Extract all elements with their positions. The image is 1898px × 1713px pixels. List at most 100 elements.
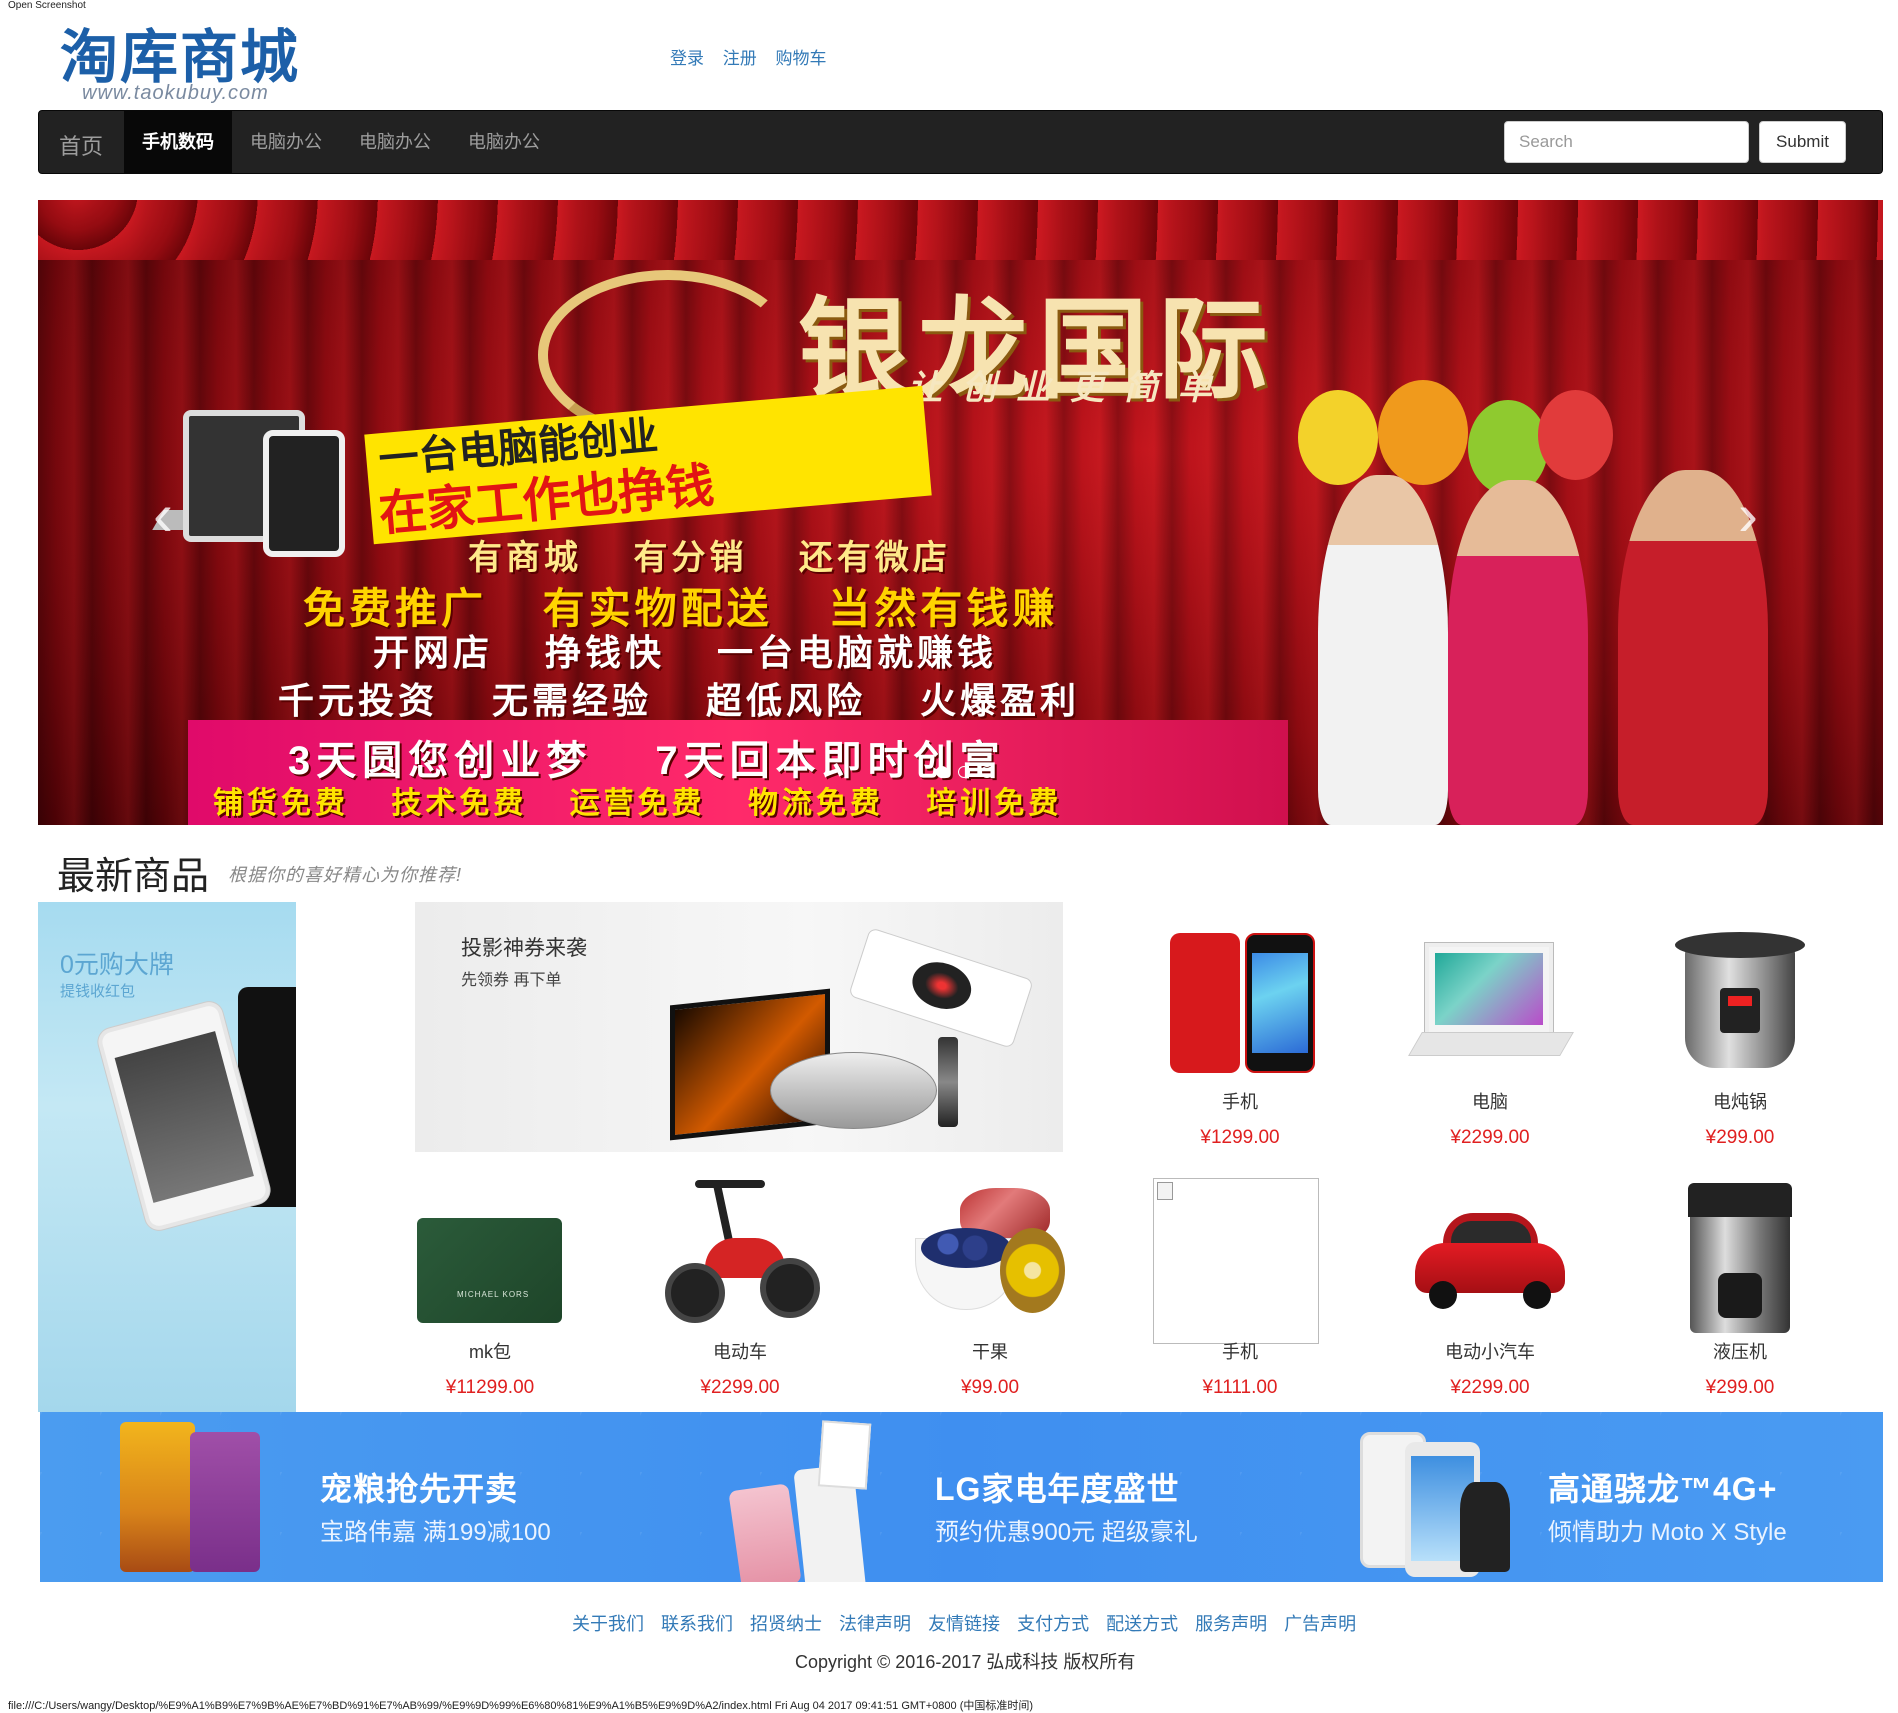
carousel-dot-1[interactable] [936,766,948,778]
left-ad-subtitle: 提钱收红包 [60,983,136,1000]
footer-link-legal[interactable]: 法律声明 [839,1614,911,1634]
print-header: Open Screenshot [8,0,86,11]
bottom-promo-banner[interactable]: 宠粮抢先开卖 宝路伟嘉 满199减100 LG家电年度盛世 预约优惠900元 超… [40,1412,1883,1582]
projector-disk-image [770,1052,937,1129]
banner-row-8: 铺货免费 技术免费 运营免费 物流免费 培训免费 [213,787,1063,820]
projector-image [848,927,1034,1049]
product-name: 电动车 [713,1342,767,1362]
projector-promo-ad[interactable]: 投影神券来袭 先领券 再下单 [415,902,1063,1152]
product-name: 电炖锅 [1713,1092,1767,1112]
copyright: Copyright © 2016-2017 弘成科技 版权所有 [795,1652,1136,1672]
carousel-indicators [936,765,999,779]
print-footer: file:///C:/Users/wangy/Desktop/%E9%A1%B9… [8,1700,1034,1712]
photo-print-icon [817,1420,872,1490]
main-navbar: 首页 手机数码 电脑办公 电脑办公 电脑办公 Search Submit [38,110,1883,174]
left-ad-title: 0元购大牌 [60,951,174,979]
section-title: 最新商品 [57,856,210,898]
product-name: 电脑 [1472,1092,1508,1112]
product-name: 电动小汽车 [1445,1342,1535,1362]
product-name: 手机 [1222,1342,1258,1362]
product-card[interactable]: 电脑 ¥2299.00 [1365,912,1615,1157]
devices-image [152,410,388,557]
product-price: ¥1299.00 [1200,1127,1280,1148]
product-price: ¥2299.00 [1450,1127,1530,1148]
carousel-next-icon[interactable]: › [1738,480,1758,549]
product-card[interactable]: 电动车 ¥2299.00 [615,1162,865,1407]
product-price: ¥1111.00 [1202,1377,1278,1398]
product-name: 干果 [972,1342,1008,1362]
banner-row-3: 有商城 有分销 还有微店 [468,539,951,577]
cart-link[interactable]: 购物车 [775,49,826,68]
product-name: 液压机 [1713,1342,1767,1362]
people-image [1238,380,1878,825]
nav-item-computers-2[interactable]: 电脑办公 [341,111,449,173]
bottom-banner-title-2: LG家电年度盛世 [935,1471,1180,1507]
cat-food-bag-icon [190,1432,260,1572]
pet-food-bag-icon [120,1422,195,1572]
wallet-brand: MICHAEL KORS [457,1290,530,1299]
product-price: ¥299.00 [1705,1377,1775,1398]
top-links: 登录 注册 购物车 [670,44,840,69]
footer-link-payment[interactable]: 支付方式 [1017,1614,1089,1634]
dragon-statue-icon [1460,1482,1510,1572]
login-link[interactable]: 登录 [670,49,704,68]
fruit-icon [915,1178,1065,1328]
coffee-machine-icon [1665,1178,1815,1333]
wallet-icon: MICHAEL KORS [415,1178,565,1328]
bottom-banner-sub-3: 倾情助力 Moto X Style [1548,1519,1787,1546]
carousel-dot-3[interactable] [980,766,993,778]
nav-home[interactable]: 首页 [59,129,103,161]
banner-carousel[interactable]: 银龙国际 让创业更简单 一台电脑能创业 在家工作也挣钱 有商城 有分销 还有微店… [38,200,1883,825]
product-price: ¥2299.00 [700,1377,780,1398]
projector-ad-subtitle: 先领券 再下单 [461,972,562,989]
search-input[interactable]: Search [1504,121,1749,163]
bottom-banner-sub-1: 宝路伟嘉 满199减100 [320,1519,551,1546]
product-name: mk包 [469,1342,511,1362]
pink-printer-icon [728,1483,802,1582]
product-card[interactable]: 手机 ¥1111.00 [1115,1162,1365,1407]
remote-image [938,1037,958,1127]
footer-link-contact[interactable]: 联系我们 [661,1614,733,1634]
search-submit-button[interactable]: Submit [1759,121,1846,163]
product-card[interactable]: 干果 ¥99.00 [865,1162,1115,1407]
product-price: ¥99.00 [960,1377,1020,1398]
broken-image-icon [1153,1178,1319,1344]
register-link[interactable]: 注册 [723,49,757,68]
banner-row-5: 开网店 挣钱快 一台电脑就赚钱 [373,632,998,673]
footer-link-friends[interactable]: 友情链接 [928,1614,1000,1634]
footer-link-delivery[interactable]: 配送方式 [1106,1614,1178,1634]
nav-item-computers-3[interactable]: 电脑办公 [450,111,558,173]
product-card[interactable]: MICHAEL KORS mk包 ¥11299.00 [365,1162,615,1407]
curtain-valance [38,200,1883,260]
projector-ad-title: 投影神券来袭 [461,937,587,960]
site-logo[interactable]: 淘库商城 www.taokubuy.com [60,22,310,108]
nav-item-computers-1[interactable]: 电脑办公 [232,111,340,173]
bottom-banner-title-3: 高通骁龙™4G+ [1548,1471,1778,1507]
left-promo-ad[interactable]: 0元购大牌 提钱收红包 [38,902,296,1412]
footer-link-jobs[interactable]: 招贤纳士 [750,1614,822,1634]
nav-item-phones[interactable]: 手机数码 [124,111,232,173]
section-slogan: 根据你的喜好精心为你推荐! [228,865,462,885]
footer-links: 关于我们 联系我们 招贤纳士 法律声明 友情链接 支付方式 配送方式 服务声明 … [572,1610,1368,1636]
product-card[interactable]: 手机 ¥1299.00 [1115,912,1365,1157]
product-name: 手机 [1222,1092,1258,1112]
product-card[interactable]: 电炖锅 ¥299.00 [1615,912,1865,1157]
iphone-icon [1165,928,1315,1078]
bottom-banner-sub-2: 预约优惠900元 超级豪礼 [935,1519,1198,1546]
footer-link-ads[interactable]: 广告声明 [1284,1614,1356,1634]
product-card[interactable]: 液压机 ¥299.00 [1615,1162,1865,1407]
product-price: ¥2299.00 [1450,1377,1530,1398]
pressure-cooker-icon [1665,928,1815,1078]
product-card[interactable]: 电动小汽车 ¥2299.00 [1365,1162,1615,1407]
footer-link-service[interactable]: 服务声明 [1195,1614,1267,1634]
carousel-prev-icon[interactable]: ‹ [153,480,173,549]
product-price: ¥11299.00 [445,1377,535,1398]
banner-subtitle: 让创业更简单 [908,369,1232,407]
laptop-icon [1408,928,1574,1078]
logo-url: www.taokubuy.com [82,82,269,104]
car-icon [1415,1178,1565,1328]
bottom-banner-title-1: 宠粮抢先开卖 [320,1471,519,1507]
product-price: ¥299.00 [1705,1127,1775,1148]
footer-link-about[interactable]: 关于我们 [572,1614,644,1634]
carousel-dot-2[interactable] [958,766,971,778]
